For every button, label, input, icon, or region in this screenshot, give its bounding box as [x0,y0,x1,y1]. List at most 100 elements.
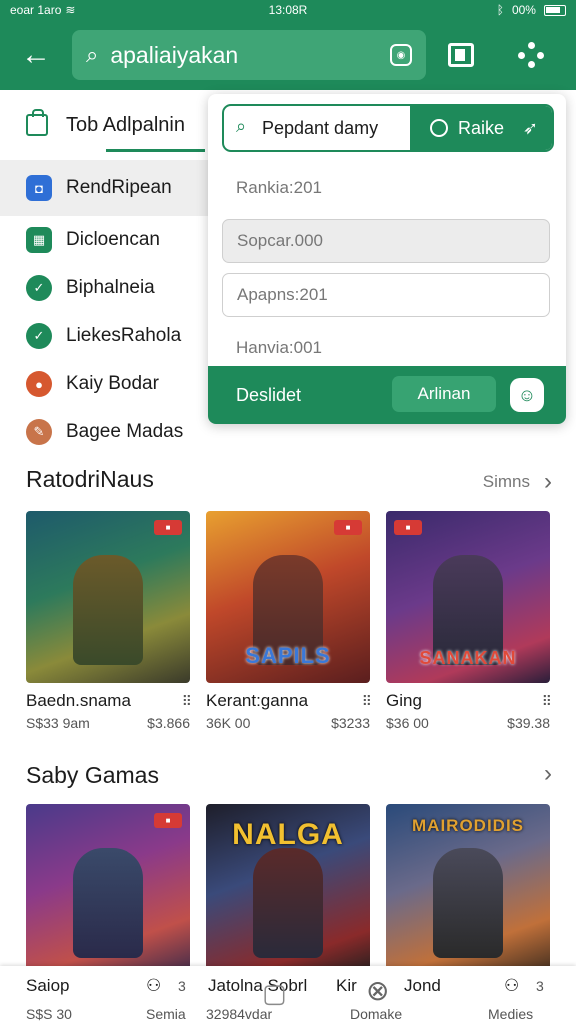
badge-icon: ■ [154,520,182,535]
app-bar: ← ⌕ apaliaiyakan ◉ [0,20,576,90]
tab-label: Tob Adlpalnin [66,113,185,136]
game-alt-price: $3.866 [147,715,190,731]
nav-people-icon[interactable]: ⚇ [146,976,161,996]
sidebar-item-5[interactable]: ✎ Bagee Madas [0,408,215,456]
suggestion-row[interactable]: Rankia:201 [222,166,550,210]
game-card[interactable]: ■ SANAKAN Ging ⠿ $36 00 $39.38 [386,511,552,731]
check-icon: ✓ [26,275,52,301]
sidebar-item-label: LiekesRahola [66,325,182,346]
sidebar-item-3[interactable]: ✓ LiekesRahola [0,312,215,360]
battery-icon [543,4,566,16]
nav-label[interactable]: Medies [488,1006,533,1022]
game-name: Saiop [26,976,70,995]
sidebar-item-2[interactable]: ✓ Biphalneia [0,264,215,312]
game-logo: NALGA [232,818,344,851]
book-icon [448,43,474,67]
nav-count: 3 [178,978,186,994]
battery-percent: 00% [511,3,536,17]
game-artwork: ■ SAPILS [206,511,370,683]
game-price: S$33 9am [26,715,90,731]
sidebar-item-label: RendRipean [66,177,172,198]
tablet-icon[interactable]: ▢ [262,978,287,1009]
category-sidebar: Tob Adlpalnin ◘ RendRipean ▦ Dicloencan … [0,90,215,450]
hero-figure [433,848,503,958]
chevron-right-icon: › [544,760,552,787]
footer-label: Deslidet [236,384,302,405]
game-price: 36K 00 [206,715,251,731]
share-dots-icon [518,42,544,68]
game-artwork: ■ SANAKAN [386,511,550,683]
game-card[interactable]: MAIRODIDIS [386,804,550,976]
close-icon[interactable]: ⊗ [366,974,389,1007]
nav-label[interactable]: Jatolna Sobrl [208,976,307,996]
panel-search-text: Pepdant damy [262,117,379,138]
more-options-icon[interactable]: ⠿ [362,693,372,710]
search-input[interactable]: ⌕ apaliaiyakan ◉ [72,30,426,80]
game-card[interactable]: NALGA [206,804,370,976]
sidebar-item-label: Biphalneia [66,277,155,298]
go-button[interactable]: Raike ➶ [410,106,552,150]
more-options-icon[interactable]: ⠿ [182,693,192,710]
library-button[interactable] [426,20,496,90]
sidebar-item-4[interactable]: ● Kaiy Bodar [0,360,215,408]
shopping-bag-icon [26,109,48,136]
voice-search-icon[interactable]: ◉ [390,44,412,66]
go-label: Raike [458,117,505,138]
share-button[interactable] [496,20,566,90]
nav-people-icon[interactable]: ⚇ [504,976,519,996]
sidebar-item-label: Dicloencan [66,229,160,250]
see-more-link[interactable]: Simns › [483,468,552,496]
clock-icon [430,119,448,137]
game-logo: SAPILS [245,643,331,668]
panel-search-field[interactable]: ⌕ Pepdant damy Raike ➶ [222,104,554,152]
search-suggestions-panel: ⌕ Pepdant damy Raike ➶ Rankia:201 Sopcar.… [208,94,566,424]
game-price: $36 00 [386,715,429,731]
clock: 13:08R [268,3,308,17]
game-price: S$S 30 [26,1006,72,1022]
see-more-label: Simns [482,472,530,491]
tab-top-apps[interactable]: Tob Adlpalnin [0,90,215,160]
badge-icon: ■ [334,520,362,535]
hero-figure [73,848,143,958]
nav-label[interactable]: Jond [404,976,441,996]
game-alt-price: $3233 [331,715,370,731]
nav-count: 3 [536,978,544,994]
game-card[interactable]: ■ [26,804,190,976]
game-card[interactable]: ■ SAPILS Kerant:ganna ⠿ 36K 00 $3233 [206,511,372,731]
wifi-icon: ≋ [65,3,76,17]
smiley-icon[interactable]: ☺ [510,378,544,412]
game-card[interactable]: ■ Baedn.snama ⠿ S$33 9am $3.866 [26,511,192,731]
game-name: Kerant:ganna [206,691,309,710]
camera-icon: ◘ [26,175,52,201]
game-artwork: NALGA [206,804,370,976]
game-name: Baedn.snama [26,691,131,710]
back-arrow-icon[interactable]: ← [0,20,72,90]
game-artwork: ■ [26,511,190,683]
nav-label[interactable]: Kir [336,976,357,996]
bluetooth-icon: ᛒ [496,3,504,17]
sidebar-item-label: Kaiy Bodar [66,373,159,394]
suggestion-row[interactable]: Sopcar.000 [222,219,550,263]
sidebar-item-0[interactable]: ◘ RendRipean [0,160,215,216]
section-title: Saby Gamas [26,762,159,788]
more-options-icon[interactable]: ⠿ [542,693,552,710]
hero-figure [73,555,143,665]
footer-action-button[interactable]: Arlinan [392,376,496,412]
suggestion-row[interactable]: Hanvia:001 [222,326,550,370]
hero-figure [253,848,323,958]
send-icon: ➶ [522,117,538,138]
game-logo: MAIRODIDIS [412,816,524,835]
check-circle-icon: ✓ [26,323,52,349]
grid-icon: ▦ [26,227,52,253]
game-logo: SANAKAN [419,648,517,668]
sidebar-item-1[interactable]: ▦ Dicloencan [0,216,215,264]
search-icon: ⌕ [236,115,247,136]
see-more-link[interactable]: › [544,760,552,788]
chevron-right-icon: › [544,468,552,495]
status-bar: eoar 1aro ≋ 13:08R ᛒ 00% [0,0,576,20]
nav-label[interactable]: Semia [146,1006,186,1022]
bottom-nav: Saiop S$S 30 ⚇ 3 Semia Jatolna Sobrl 329… [0,966,576,1024]
suggestion-row[interactable]: Apapns:201 [222,273,550,317]
game-name: Ging [386,691,422,710]
carrier-text: eoar 1aro [10,3,62,17]
